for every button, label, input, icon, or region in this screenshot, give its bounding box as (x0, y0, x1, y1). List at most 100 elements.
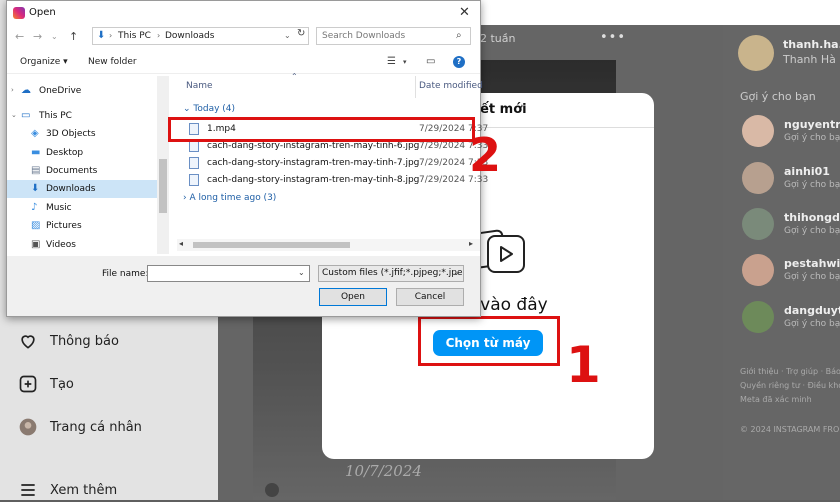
back-arrow-icon[interactable]: ← (15, 30, 24, 43)
group-label: Today (4) (193, 104, 236, 114)
refresh-icon[interactable]: ↻ (297, 28, 305, 39)
suggestion-username: pestahwi (784, 257, 840, 270)
chevron-down-icon[interactable]: ▾ (403, 58, 407, 66)
sidebar-scroll-thumb[interactable] (159, 159, 167, 213)
organize-button[interactable]: Organize ▾ (20, 57, 68, 67)
avatar (742, 115, 774, 147)
menu-icon (21, 484, 35, 496)
sidebar-item-documents[interactable]: ▤ Documents (7, 162, 157, 180)
music-icon: ♪ (31, 202, 38, 213)
file-name: cach-dang-story-instagram-tren-may-tinh-… (207, 158, 420, 168)
sidebar-label: Documents (46, 166, 98, 176)
suggestions-title: Gợi ý cho bạn (740, 90, 816, 103)
forward-arrow-icon[interactable]: → (33, 30, 42, 43)
recent-chevron-icon[interactable]: ⌄ (51, 32, 58, 41)
my-username[interactable]: thanh.ha.01 (783, 38, 840, 51)
nav-notifications[interactable]: Thông báo (18, 329, 119, 353)
file-row[interactable]: cach-dang-story-instagram-tren-may-tinh-… (183, 172, 488, 189)
photo-caption: 10/7/2024 (345, 462, 422, 480)
heart-icon (21, 335, 35, 349)
sidebar-item-videos[interactable]: ▣ Videos (7, 236, 157, 254)
sidebar-item-music[interactable]: ♪ Music (7, 199, 157, 217)
close-button[interactable]: ✕ (459, 5, 470, 20)
highlight-box-step-2 (168, 117, 475, 142)
sidebar-label: Videos (46, 240, 76, 250)
suggestion-subtitle: Gợi ý cho bạn (784, 272, 840, 282)
breadcrumb-this-pc[interactable]: This PC (118, 31, 151, 41)
footer-line[interactable]: Meta đã xác minh (740, 393, 840, 407)
sidebar-item-onedrive[interactable]: › ☁ OneDrive (7, 82, 157, 100)
chevron-right-icon[interactable]: › (109, 31, 112, 40)
documents-icon: ▤ (31, 165, 41, 176)
chevron-down-icon[interactable]: ⌄ (298, 268, 305, 277)
file-list: Name ⌃ Date modified ⌄ Today (4) 1.mp4 7… (177, 72, 488, 256)
my-avatar[interactable] (738, 35, 774, 71)
file-name: cach-dang-story-instagram-tren-may-tinh-… (207, 175, 420, 185)
new-folder-button[interactable]: New folder (88, 57, 137, 67)
image-file-icon (189, 157, 199, 169)
sidebar-label: Pictures (46, 221, 82, 231)
column-header-date[interactable]: Date modified (419, 81, 483, 91)
plus-square-icon (19, 375, 37, 393)
suggestion-item[interactable]: nguyentrin Gợi ý cho bạn (742, 115, 840, 149)
search-input[interactable]: Search Downloads ⌕ (316, 27, 471, 45)
chevron-right-icon[interactable]: › (11, 86, 14, 94)
suggestion-subtitle: Gợi ý cho bạn (784, 180, 840, 190)
sidebar-item-downloads[interactable]: ⬇ Downloads (7, 180, 157, 198)
sidebar-item-3d-objects[interactable]: ◈ 3D Objects (7, 125, 157, 143)
nav-create[interactable]: Tạo (18, 372, 74, 396)
computer-icon: ▭ (21, 110, 31, 121)
horizontal-scroll-thumb[interactable] (193, 242, 350, 248)
suggestion-item[interactable]: pestahwi Gợi ý cho bạn (742, 254, 840, 288)
file-name: cach-dang-story-instagram-tren-may-tinh-… (207, 141, 420, 151)
column-divider[interactable] (415, 76, 416, 98)
chevron-down-icon[interactable]: ⌄ (453, 268, 460, 277)
cube-icon: ◈ (31, 128, 39, 139)
step-number-1: 1 (566, 336, 601, 394)
open-button[interactable]: Open (319, 288, 387, 306)
preview-pane-icon[interactable]: ▭ (426, 56, 435, 67)
post-menu-button[interactable]: ••• (600, 30, 626, 45)
chevron-down-icon[interactable]: ⌄ (11, 111, 17, 119)
scroll-right-icon[interactable]: ▸ (469, 239, 473, 248)
help-icon[interactable]: ? (453, 56, 465, 68)
file-name-input[interactable] (147, 265, 310, 282)
sidebar-item-pictures[interactable]: ▨ Pictures (7, 217, 157, 235)
suggestion-item[interactable]: thihongdie Gợi ý cho bạn (742, 208, 840, 242)
step-number-2: 2 (469, 128, 502, 182)
address-bar[interactable]: ⬇ › This PC › Downloads ⌄ (92, 27, 309, 45)
nav-more[interactable]: Xem thêm (18, 478, 117, 502)
group-header-long-ago[interactable]: › A long time ago (3) (183, 193, 276, 203)
breadcrumb-downloads[interactable]: Downloads (165, 31, 214, 41)
dialog-footer: File name: ⌄ Custom files (*.jfif;*.pjpe… (7, 256, 480, 316)
file-type-select[interactable]: Custom files (*.jfif;*.pjpeg;*.jpeg (318, 265, 464, 282)
sidebar-label: Music (46, 203, 72, 213)
footer-line[interactable]: Giới thiệu · Trợ giúp · Báo (740, 365, 840, 379)
scroll-left-icon[interactable]: ◂ (179, 239, 183, 248)
view-options-icon[interactable]: ☰ (387, 56, 396, 67)
footer-line[interactable]: Quyền riêng tư · Điều khoả (740, 379, 840, 393)
suggestion-item[interactable]: ainhi01 Gợi ý cho bạn (742, 162, 840, 196)
dialog-toolbar: Organize ▾ New folder ☰ ▾ ▭ ? (7, 51, 480, 74)
nav-label: Thông báo (50, 333, 119, 349)
chevron-right-icon[interactable]: › (157, 31, 160, 40)
dialog-titlebar[interactable]: Open ✕ (7, 1, 480, 25)
sidebar-label: OneDrive (39, 86, 82, 96)
address-dropdown-icon[interactable]: ⌄ (284, 31, 291, 40)
sidebar-item-desktop[interactable]: ▬ Desktop (7, 144, 157, 162)
column-header-name[interactable]: Name (186, 81, 213, 91)
group-header-today[interactable]: ⌄ Today (4) (183, 104, 235, 114)
suggestion-username: dangduyth (784, 304, 840, 317)
cancel-button[interactable]: Cancel (396, 288, 464, 306)
up-arrow-icon[interactable]: ↑ (69, 30, 78, 43)
suggestion-subtitle: Gợi ý cho bạn (784, 226, 840, 236)
suggestion-subtitle: Gợi ý cho bạn (784, 133, 840, 143)
avatar-icon (19, 418, 37, 436)
suggestion-item[interactable]: dangduyth Gợi ý cho bạn (742, 301, 840, 335)
sidebar-item-this-pc[interactable]: ⌄ ▭ This PC (7, 107, 157, 125)
nav-label: Trang cá nhân (50, 419, 142, 435)
nav-profile[interactable]: Trang cá nhân (18, 415, 142, 439)
file-row[interactable]: cach-dang-story-instagram-tren-may-tinh-… (183, 155, 488, 172)
sort-chevron-icon: ⌃ (291, 72, 298, 81)
tag-person-icon[interactable] (265, 483, 279, 497)
